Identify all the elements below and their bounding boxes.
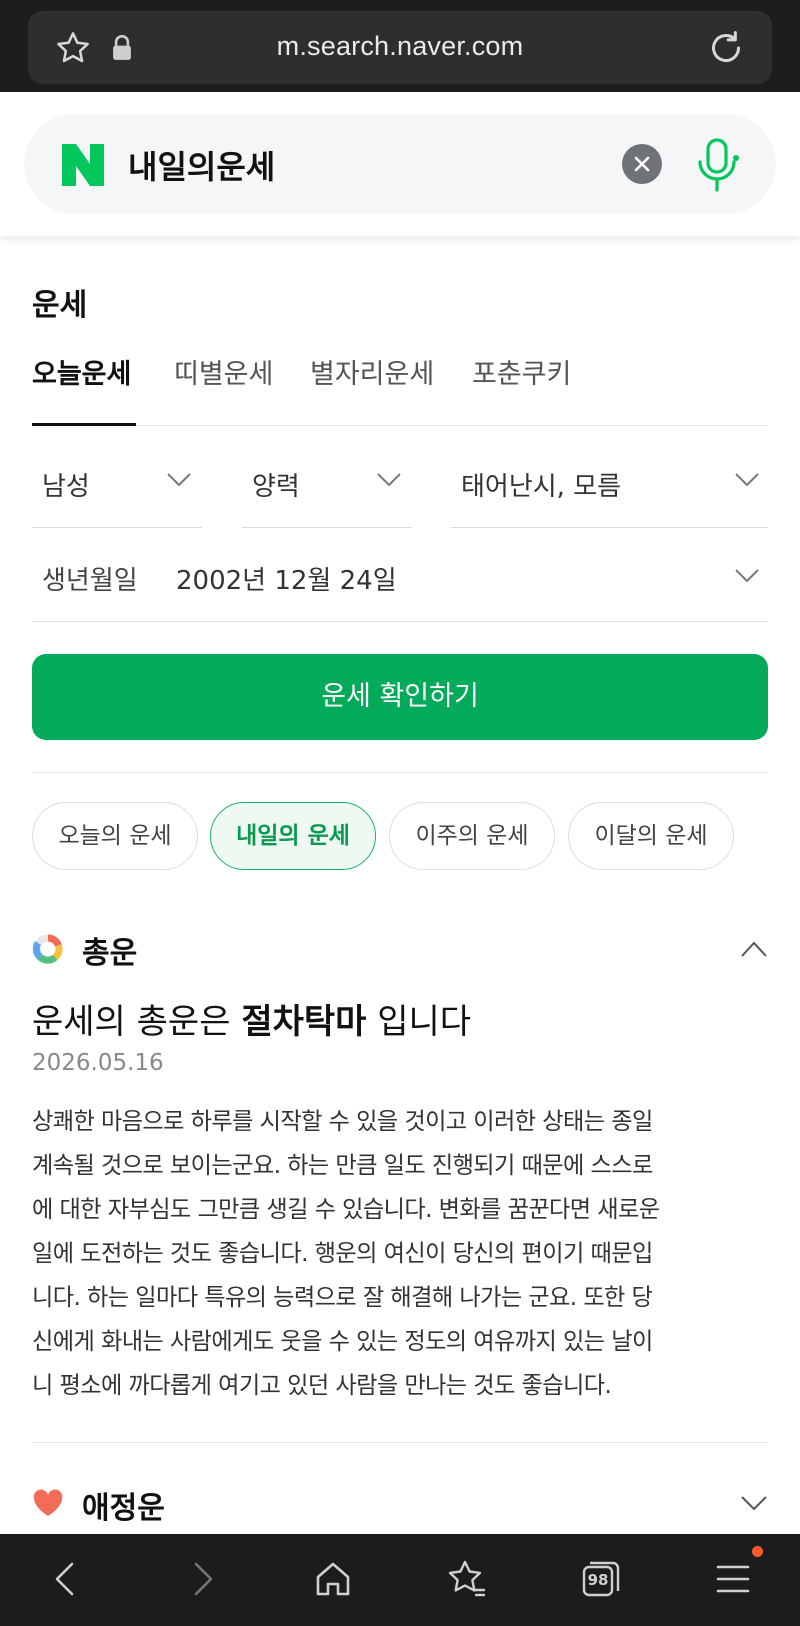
search-header: 내일의운세 bbox=[0, 92, 800, 236]
reload-icon[interactable] bbox=[706, 28, 746, 68]
result-suffix: 입니다 bbox=[377, 1002, 472, 1042]
chevron-up-icon[interactable] bbox=[740, 940, 768, 958]
close-icon bbox=[634, 156, 650, 172]
birth-time-value: 태어난시, 모름 bbox=[461, 472, 622, 502]
chevron-down-icon bbox=[735, 569, 759, 583]
chevron-down-icon bbox=[167, 473, 191, 487]
period-tomorrow-pill[interactable]: 내일의 운세 bbox=[210, 802, 376, 870]
overall-fortune-icon bbox=[32, 934, 63, 964]
fortune-text-line: 계속될 것으로 보이는군요. 하는 만큼 일도 진행되기 때문에 스스로 bbox=[32, 1152, 653, 1179]
forward-icon[interactable] bbox=[178, 1556, 224, 1602]
overall-fortune-header[interactable]: 총운 bbox=[32, 925, 768, 975]
search-box[interactable]: 내일의운세 bbox=[24, 114, 776, 214]
period-today-pill[interactable]: 오늘의 운세 bbox=[32, 802, 198, 870]
url-text[interactable]: m.search.naver.com bbox=[28, 31, 772, 62]
period-month-pill[interactable]: 이달의 운세 bbox=[568, 802, 734, 870]
period-week-pill[interactable]: 이주의 운세 bbox=[389, 802, 555, 870]
naver-logo-icon[interactable] bbox=[62, 144, 104, 186]
tab-fortune-cookie[interactable]: 포춘쿠키 bbox=[472, 352, 571, 391]
chevron-down-icon bbox=[735, 473, 759, 487]
fortune-tabs: 오늘운세 띠별운세 별자리운세 포춘쿠키 bbox=[32, 352, 768, 426]
calendar-value: 양력 bbox=[252, 472, 300, 502]
clear-search-button[interactable] bbox=[622, 144, 662, 184]
fortune-result-title: 운세의 총운은 절차탁마 입니다 bbox=[32, 994, 471, 1043]
tabs-button[interactable]: 98 bbox=[578, 1556, 624, 1602]
tab-today-fortune[interactable]: 오늘운세 bbox=[32, 352, 131, 391]
birth-date-value: 2002년 12월 24일 bbox=[176, 566, 397, 596]
fortune-text-line: 상쾌한 마음으로 하루를 시작할 수 있을 것이고 이러한 상태는 종일 bbox=[32, 1108, 653, 1135]
search-input[interactable]: 내일의운세 bbox=[128, 142, 275, 188]
active-tab-indicator bbox=[32, 423, 136, 426]
birth-time-select[interactable]: 태어난시, 모름 bbox=[451, 436, 768, 528]
tab-zodiac-animal-fortune[interactable]: 띠별운세 bbox=[174, 352, 273, 391]
chevron-down-icon bbox=[377, 473, 401, 487]
fortune-text-line: 니 평소에 까다롭게 여기고 있던 사람을 만나는 것도 좋습니다. bbox=[32, 1372, 612, 1399]
overall-fortune-heading: 총운 bbox=[82, 936, 138, 971]
voice-search-icon[interactable] bbox=[692, 136, 742, 194]
result-keyword: 절차탁마 bbox=[241, 1002, 367, 1042]
browser-bottom-bar: 98 bbox=[0, 1534, 800, 1626]
result-prefix: 운세의 총운은 bbox=[32, 1002, 231, 1042]
fortune-text-line: 니다. 하는 일마다 특유의 능력으로 잘 해결해 나가는 군요. 또한 당 bbox=[32, 1284, 653, 1311]
love-fortune-header[interactable]: 애정운 bbox=[32, 1480, 768, 1530]
tab-constellation-fortune[interactable]: 별자리운세 bbox=[310, 352, 434, 391]
menu-icon[interactable] bbox=[710, 1556, 756, 1602]
bookmarks-icon[interactable] bbox=[444, 1556, 490, 1602]
heart-icon bbox=[33, 1489, 63, 1516]
fortune-text-line: 에 대한 자부심도 그만큼 생길 수 있습니다. 변화를 꿈꾼다면 새로운 bbox=[32, 1196, 660, 1223]
back-icon[interactable] bbox=[44, 1556, 90, 1602]
address-bar[interactable]: m.search.naver.com bbox=[28, 11, 772, 84]
tab-count: 98 bbox=[587, 1571, 609, 1589]
fortune-description: 상쾌한 마음으로 하루를 시작할 수 있을 것이고 이러한 상태는 종일 계속될… bbox=[32, 1100, 772, 1408]
fortune-date: 2026.05.16 bbox=[32, 1050, 164, 1076]
chevron-down-icon[interactable] bbox=[740, 1494, 768, 1512]
section-title: 운세 bbox=[32, 288, 88, 323]
birth-date-label: 생년월일 bbox=[42, 566, 138, 596]
divider bbox=[32, 772, 768, 773]
notification-dot bbox=[752, 1546, 763, 1557]
browser-top-bar: m.search.naver.com bbox=[0, 0, 800, 92]
love-fortune-heading: 애정운 bbox=[82, 1491, 165, 1526]
gender-value: 남성 bbox=[42, 472, 90, 502]
fortune-text-line: 신에게 화내는 사람에게도 웃을 수 있는 정도의 여유까지 있는 날이 bbox=[32, 1328, 653, 1355]
calendar-select[interactable]: 양력 bbox=[242, 436, 412, 528]
home-icon[interactable] bbox=[310, 1556, 356, 1602]
birth-date-select[interactable]: 생년월일 2002년 12월 24일 bbox=[32, 530, 768, 622]
gender-select[interactable]: 남성 bbox=[32, 436, 202, 528]
divider bbox=[32, 1442, 768, 1443]
fortune-text-line: 일에 도전하는 것도 좋습니다. 행운의 여신이 당신의 편이기 때문입 bbox=[32, 1240, 653, 1267]
check-fortune-button[interactable]: 운세 확인하기 bbox=[32, 654, 768, 740]
